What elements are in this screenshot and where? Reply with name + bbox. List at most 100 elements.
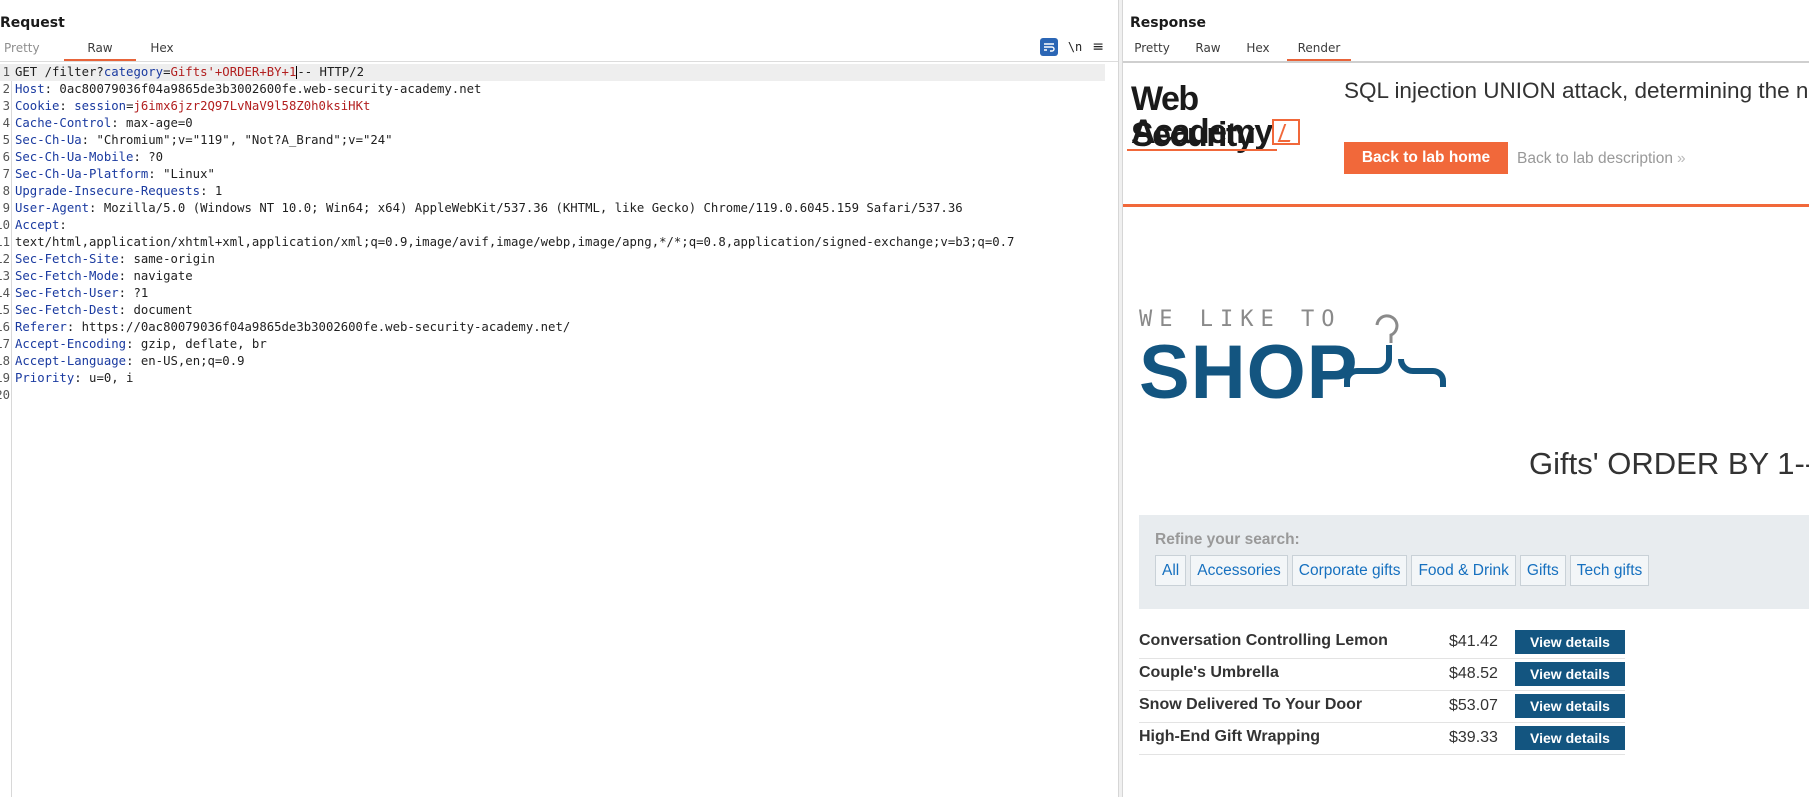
line-number: 3 bbox=[2, 99, 10, 113]
editor-line[interactable]: 19 Priority: u=0, i bbox=[0, 370, 1105, 387]
refine-search-label: Refine your search: bbox=[1155, 531, 1300, 548]
text-segment: : "Chromium";v="119", "Not?A_Brand";v="2… bbox=[81, 133, 393, 147]
text-segment: : https://0ac80079036f04a9865de3b3002600… bbox=[66, 320, 571, 334]
request-tabs: Pretty Raw Hex bbox=[0, 39, 188, 61]
line-text: Sec-Ch-Ua: "Chromium";v="119", "Not?A_Br… bbox=[15, 132, 393, 149]
line-text: Sec-Ch-Ua-Platform: "Linux" bbox=[15, 166, 215, 183]
editor-line[interactable]: 15 Sec-Fetch-Dest: document bbox=[0, 302, 1105, 319]
header-name: Sec-Fetch-Mode bbox=[15, 269, 119, 283]
editor-line[interactable] bbox=[0, 404, 1105, 421]
category-filters: All Accessories Corporate gifts Food & D… bbox=[1155, 555, 1650, 586]
product-price: $53.07 bbox=[1449, 697, 1498, 714]
header-name: Accept-Encoding bbox=[15, 337, 127, 351]
tab-raw[interactable]: Raw bbox=[1185, 39, 1231, 61]
hamburger-menu-icon[interactable]: ≡ bbox=[1092, 39, 1104, 55]
tab-hex[interactable]: Hex bbox=[136, 39, 188, 61]
view-details-button[interactable]: View details bbox=[1515, 662, 1625, 686]
filter-tech-gifts[interactable]: Tech gifts bbox=[1569, 555, 1650, 586]
results-heading: Gifts' ORDER BY 1-- bbox=[1529, 446, 1809, 481]
text-segment: : document bbox=[118, 303, 193, 317]
line-text: Referer: https://0ac80079036f04a9865de3b… bbox=[15, 319, 570, 336]
line-text: Host: 0ac80079036f04a9865de3b3002600fe.w… bbox=[15, 81, 481, 98]
text-segment: : 0ac80079036f04a9865de3b3002600fe.web-s… bbox=[44, 82, 482, 96]
line-number: 6 bbox=[2, 150, 10, 164]
text-segment: : 1 bbox=[200, 184, 223, 198]
rendered-page: Web Security Academy SQL injection UNION… bbox=[1123, 63, 1809, 797]
filter-food-drink[interactable]: Food & Drink bbox=[1411, 555, 1516, 586]
web-security-academy-logo[interactable]: Web Security Academy bbox=[1127, 81, 1300, 153]
text-segment: -- HTTP/2 bbox=[297, 65, 364, 79]
view-details-button[interactable]: View details bbox=[1515, 694, 1625, 718]
header-name: Sec-Fetch-Site bbox=[15, 252, 119, 266]
product-price: $48.52 bbox=[1449, 665, 1498, 682]
line-number: 16 bbox=[0, 320, 10, 334]
editor-line[interactable]: 10 Accept: bbox=[0, 217, 1105, 234]
line-text: text/html,application/xhtml+xml,applicat… bbox=[15, 234, 1014, 251]
line-text: Sec-Fetch-User: ?1 bbox=[15, 285, 148, 302]
editor-line[interactable]: 11 text/html,application/xhtml+xml,applic… bbox=[0, 234, 1105, 251]
header-name: User-Agent bbox=[15, 201, 90, 215]
lightning-icon bbox=[1272, 119, 1300, 145]
text-segment: GET /filter? bbox=[15, 65, 104, 79]
text-segment: : same-origin bbox=[118, 252, 215, 266]
tab-pretty[interactable]: Pretty bbox=[1123, 39, 1181, 61]
tab-raw[interactable]: Raw bbox=[64, 39, 136, 61]
text-segment: text/html,application/xhtml+xml,applicat… bbox=[15, 235, 1015, 249]
request-editor[interactable]: 1 GET /filter?category=Gifts'+ORDER+BY+1-… bbox=[0, 64, 1118, 797]
line-text: Sec-Ch-Ua-Mobile: ?0 bbox=[15, 149, 163, 166]
view-details-button[interactable]: View details bbox=[1515, 630, 1625, 654]
editor-line[interactable]: 8 Upgrade-Insecure-Requests: 1 bbox=[0, 183, 1105, 200]
line-text: Accept-Encoding: gzip, deflate, br bbox=[15, 336, 267, 353]
filter-all[interactable]: All bbox=[1155, 555, 1187, 586]
editor-line[interactable]: 12 Sec-Fetch-Site: same-origin bbox=[0, 251, 1105, 268]
editor-line[interactable]: 6 Sec-Ch-Ua-Mobile: ?0 bbox=[0, 149, 1105, 166]
logo-underline bbox=[1127, 149, 1277, 151]
text-segment: : ?1 bbox=[118, 286, 149, 300]
shop-logo-tagline: WE LIKE TO bbox=[1139, 307, 1342, 332]
newline-toggle[interactable]: \n bbox=[1068, 40, 1082, 54]
text-segment: : bbox=[59, 99, 75, 113]
line-text: Accept: bbox=[15, 217, 67, 234]
editor-line[interactable]: 14 Sec-Fetch-User: ?1 bbox=[0, 285, 1105, 302]
editor-line[interactable]: 17 Accept-Encoding: gzip, deflate, br bbox=[0, 336, 1105, 353]
editor-line[interactable]: 18 Accept-Language: en-US,en;q=0.9 bbox=[0, 353, 1105, 370]
filter-corporate-gifts[interactable]: Corporate gifts bbox=[1291, 555, 1408, 586]
product-row: Snow Delivered To Your Door $53.07 View … bbox=[1139, 691, 1625, 723]
editor-line[interactable]: 2 Host: 0ac80079036f04a9865de3b3002600fe.… bbox=[0, 81, 1105, 98]
line-number: 10 bbox=[0, 218, 10, 232]
line-number: 11 bbox=[0, 235, 10, 249]
editor-line[interactable]: 16 Referer: https://0ac80079036f04a9865de… bbox=[0, 319, 1105, 336]
product-price: $41.42 bbox=[1449, 633, 1498, 650]
line-text: Cookie: session=j6imx6jzr2Q97LvNaV9l58Z0… bbox=[15, 98, 370, 115]
chevron-right-icon: » bbox=[1676, 150, 1685, 167]
logo-line2: Academy bbox=[1131, 113, 1273, 151]
text-segment: : ?0 bbox=[133, 150, 164, 164]
header-name: Priority bbox=[15, 371, 75, 385]
header-name: session bbox=[74, 99, 127, 113]
filter-accessories[interactable]: Accessories bbox=[1190, 555, 1288, 586]
back-to-lab-description-link[interactable]: Back to lab description» bbox=[1517, 150, 1685, 168]
editor-line[interactable]: 3 Cookie: session=j6imx6jzr2Q97LvNaV9l58Z… bbox=[0, 98, 1105, 115]
wrap-lines-icon[interactable] bbox=[1039, 38, 1058, 56]
tab-hex[interactable]: Hex bbox=[1233, 39, 1283, 61]
filter-gifts[interactable]: Gifts bbox=[1519, 555, 1566, 586]
header-name: Sec-Ch-Ua bbox=[15, 133, 82, 147]
editor-line[interactable]: 20 bbox=[0, 387, 1105, 404]
line-text: Cache-Control: max-age=0 bbox=[15, 115, 193, 132]
tab-render[interactable]: Render bbox=[1287, 39, 1351, 61]
product-list: Conversation Controlling Lemon $41.42 Vi… bbox=[1139, 627, 1625, 755]
editor-line[interactable]: 4 Cache-Control: max-age=0 bbox=[0, 115, 1105, 132]
editor-line[interactable]: 7 Sec-Ch-Ua-Platform: "Linux" bbox=[0, 166, 1105, 183]
line-number: 9 bbox=[2, 201, 10, 215]
line-number: 1 bbox=[2, 65, 10, 79]
product-name: Snow Delivered To Your Door bbox=[1139, 696, 1363, 713]
editor-line[interactable]: 13 Sec-Fetch-Mode: navigate bbox=[0, 268, 1105, 285]
tab-pretty[interactable]: Pretty bbox=[0, 39, 44, 61]
editor-line[interactable]: 9 User-Agent: Mozilla/5.0 (Windows NT 10.… bbox=[0, 200, 1105, 217]
view-details-button[interactable]: View details bbox=[1515, 726, 1625, 750]
line-number: 15 bbox=[0, 303, 10, 317]
line-text: Sec-Fetch-Mode: navigate bbox=[15, 268, 193, 285]
back-to-lab-home-button[interactable]: Back to lab home bbox=[1344, 142, 1508, 174]
editor-line[interactable]: 1 GET /filter?category=Gifts'+ORDER+BY+1-… bbox=[0, 64, 1105, 81]
editor-line[interactable]: 5 Sec-Ch-Ua: "Chromium";v="119", "Not?A_B… bbox=[0, 132, 1105, 149]
